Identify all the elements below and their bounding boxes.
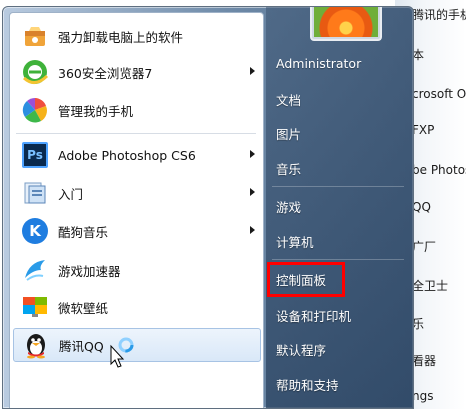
program-item-tencent-qq[interactable]: 腾讯QQ [13, 328, 261, 362]
right-item-documents[interactable]: 文档 [276, 88, 301, 110]
program-label: 游戏加速器 [58, 263, 121, 279]
user-avatar[interactable] [310, 7, 382, 41]
submenu-arrow-icon [250, 226, 255, 234]
right-item-computer[interactable]: 计算机 [276, 230, 314, 252]
getting-started-icon [21, 179, 49, 207]
wallpaper-icon [21, 293, 49, 321]
menu-divider [272, 259, 404, 260]
program-label: 入门 [58, 186, 84, 202]
right-item-default-programs[interactable]: 默认程序 [276, 338, 326, 360]
program-item-wallpaper[interactable]: 微软壁纸 [13, 290, 261, 324]
program-label: 酷狗音乐 [58, 224, 109, 240]
right-item-pictures[interactable]: 图片 [276, 122, 301, 144]
program-item-game-accelerator[interactable]: 游戏加速器 [13, 253, 261, 287]
uninstaller-icon [21, 22, 49, 50]
right-item-games[interactable]: 游戏 [276, 195, 301, 217]
right-item-devices-printers[interactable]: 设备和打印机 [276, 304, 351, 326]
photoshop-icon: Ps [21, 141, 49, 169]
program-item-360-browser[interactable]: 360安全浏览器7 [13, 55, 261, 89]
program-item-uninstaller[interactable]: 强力卸载电脑上的软件 [13, 19, 261, 53]
menu-divider [16, 133, 256, 134]
program-label: 管理我的手机 [58, 103, 134, 119]
busy-cursor-icon [109, 336, 137, 371]
submenu-arrow-icon [250, 188, 255, 196]
menu-divider [272, 186, 404, 187]
program-label: 强力卸载电脑上的软件 [58, 29, 184, 45]
program-label: 360安全浏览器7 [58, 65, 153, 81]
program-item-kugou-music[interactable]: K 酷狗音乐 [13, 214, 261, 248]
submenu-arrow-icon [250, 67, 255, 75]
program-item-phone-manager[interactable]: 管理我的手机 [13, 93, 261, 127]
kugou-icon: K [21, 217, 49, 245]
program-item-getting-started[interactable]: 入门 [13, 176, 261, 210]
program-label: Adobe Photoshop CS6 [58, 147, 196, 163]
program-label: 腾讯QQ [59, 338, 104, 354]
control-panel-highlight-box [267, 262, 345, 297]
program-item-photoshop[interactable]: Ps Adobe Photoshop CS6 [13, 138, 261, 172]
qq-penguin-icon [22, 331, 50, 359]
game-accelerator-icon [21, 256, 49, 284]
right-item-administrator[interactable]: Administrator [276, 52, 361, 74]
right-item-help-support[interactable]: 帮助和支持 [276, 373, 339, 395]
flower-picture-icon [314, 7, 378, 37]
360-browser-icon [21, 58, 49, 86]
submenu-arrow-icon [250, 150, 255, 158]
right-item-music[interactable]: 音乐 [276, 157, 301, 179]
phone-manager-icon [21, 96, 49, 124]
program-label: 微软壁纸 [58, 300, 109, 316]
